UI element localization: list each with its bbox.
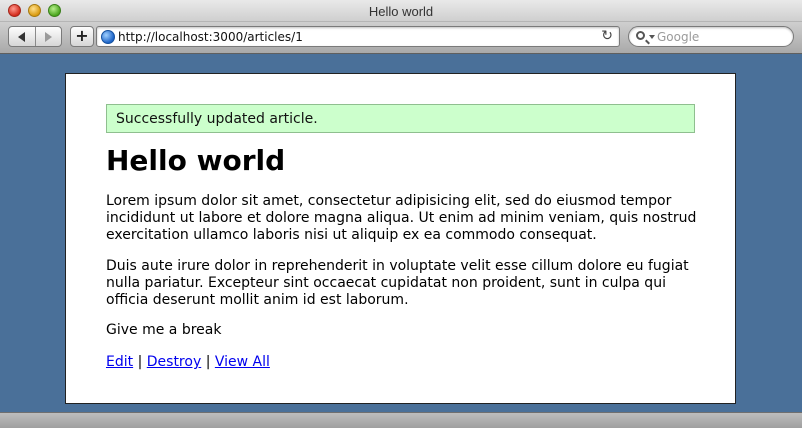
add-bookmark-button[interactable]: + <box>70 26 94 47</box>
search-icon <box>636 31 645 40</box>
reload-icon[interactable]: ↻ <box>601 28 613 44</box>
link-separator: | <box>205 354 211 370</box>
article-title: Hello world <box>106 144 286 177</box>
edit-link[interactable]: Edit <box>106 354 133 370</box>
address-bar[interactable]: http://localhost:3000/articles/1 ↻ <box>96 26 620 47</box>
window-title: Hello world <box>368 4 434 19</box>
url-text[interactable]: http://localhost:3000/articles/1 <box>118 30 303 44</box>
forward-button[interactable] <box>34 27 62 46</box>
article-paragraph-1: Lorem ipsum dolor sit amet, consectetur … <box>106 193 697 243</box>
search-engine-dropdown-icon[interactable] <box>649 35 655 39</box>
globe-icon <box>101 30 115 44</box>
back-button[interactable] <box>9 27 35 46</box>
forward-arrow-icon <box>44 31 52 42</box>
link-separator: | <box>137 354 143 370</box>
back-arrow-icon <box>18 31 26 42</box>
article-paragraph-2: Duis aute irure dolor in reprehenderit i… <box>106 258 689 308</box>
page-content: Successfully updated article. Hello worl… <box>65 73 736 404</box>
flash-notice: Successfully updated article. <box>106 104 695 133</box>
window-titlebar: Hello world <box>0 0 802 22</box>
view-all-link[interactable]: View All <box>215 354 270 370</box>
destroy-link[interactable]: Destroy <box>147 354 201 370</box>
status-bar <box>0 412 802 428</box>
article-actions: Edit | Destroy | View All <box>106 354 270 370</box>
search-input[interactable] <box>657 29 787 44</box>
browser-toolbar: + http://localhost:3000/articles/1 ↻ <box>0 22 802 54</box>
search-bar[interactable] <box>628 26 794 47</box>
article-paragraph-3: Give me a break <box>106 322 222 338</box>
nav-button-group <box>8 26 62 47</box>
